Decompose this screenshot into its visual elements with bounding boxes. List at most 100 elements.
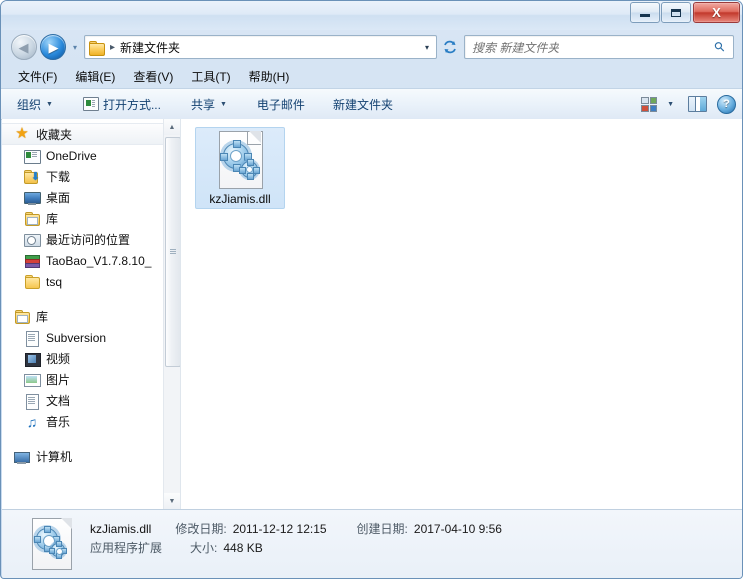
sidebar-item-recent-places[interactable]: 最近访问的位置 <box>2 229 180 250</box>
command-toolbar: 组织 ▼ 打开方式... 共享 ▼ 电子邮件 新建文件夹 ▼ ? <box>1 88 742 120</box>
organize-button[interactable]: 组织 ▼ <box>9 93 61 116</box>
address-bar[interactable]: ▸ 新建文件夹 ▾ <box>84 35 437 59</box>
menu-help[interactable]: 帮助(H) <box>240 65 299 88</box>
star-icon: ★ <box>15 125 29 142</box>
scroll-up-button[interactable]: ▲ <box>164 119 180 135</box>
sidebar-group-libraries[interactable]: 库 <box>2 306 180 327</box>
sidebar-item-videos[interactable]: 视频 <box>2 348 180 369</box>
address-dropdown-icon[interactable]: ▾ <box>425 43 429 52</box>
details-pane: kzJiamis.dll 修改日期: 2011-12-12 12:15 创建日期… <box>2 509 742 578</box>
sidebar-label-libraries: 库 <box>36 310 49 324</box>
sidebar-item-documents[interactable]: 文档 <box>2 390 180 411</box>
change-view-icon[interactable] <box>641 96 658 112</box>
file-name-label: kzJiamis.dll <box>209 192 271 206</box>
close-button[interactable]: X <box>693 2 740 23</box>
open-with-label: 打开方式... <box>102 97 161 112</box>
help-icon[interactable]: ? <box>717 94 736 114</box>
sidebar-label-library-fav: 库 <box>46 212 59 226</box>
search-icon: ⚲ <box>711 37 729 56</box>
sidebar-group-computer[interactable]: 计算机 <box>2 446 180 467</box>
sidebar-label-recent-places: 最近访问的位置 <box>46 233 131 247</box>
menu-file[interactable]: 文件(F) <box>9 65 66 88</box>
title-bar: X <box>1 1 742 30</box>
computer-icon <box>14 449 30 465</box>
details-size-value: 448 KB <box>223 541 263 555</box>
menu-edit[interactable]: 编辑(E) <box>66 65 124 88</box>
sidebar-item-onedrive[interactable]: OneDrive <box>2 145 180 166</box>
forward-button[interactable]: ▶ <box>40 34 66 60</box>
folder-icon <box>24 274 40 290</box>
details-file-name: kzJiamis.dll <box>90 522 152 536</box>
sidebar-separator <box>2 292 180 306</box>
details-created-key: 创建日期: <box>356 522 408 536</box>
window-controls: X <box>629 2 740 23</box>
address-bar-row: ◀ ▶ ▾ ▸ 新建文件夹 ▾ 搜索 新建文件夹 ⚲ <box>1 30 742 64</box>
pictures-icon <box>24 372 41 388</box>
recent-places-icon <box>24 232 41 248</box>
new-folder-button[interactable]: 新建文件夹 <box>325 93 401 116</box>
sidebar-label-videos: 视频 <box>46 352 71 366</box>
details-modified-value: 2011-12-12 12:15 <box>232 522 327 536</box>
library-folder-icon <box>24 211 40 227</box>
menu-view[interactable]: 查看(V) <box>124 65 182 88</box>
details-created-value: 2017-04-10 9:56 <box>413 522 502 536</box>
details-info: kzJiamis.dll 修改日期: 2011-12-12 12:15 创建日期… <box>90 520 508 558</box>
recent-locations-dropdown[interactable]: ▾ <box>69 43 81 52</box>
menu-bar: 文件(F) 编辑(E) 查看(V) 工具(T) 帮助(H) <box>1 64 742 88</box>
refresh-button[interactable] <box>439 36 461 58</box>
details-modified-key: 修改日期: <box>175 522 227 536</box>
sidebar-group-favorites[interactable]: ★ 收藏夹 <box>2 123 180 145</box>
sidebar-item-downloads[interactable]: ⬇ 下载 <box>2 166 180 187</box>
sidebar-label-pictures: 图片 <box>46 373 71 387</box>
folder-icon <box>89 40 105 56</box>
toolbar-right-group: ▼ ? <box>641 94 736 114</box>
sidebar-item-tsq[interactable]: tsq <box>2 271 180 292</box>
preview-pane-icon[interactable] <box>688 96 707 112</box>
sidebar-label-downloads: 下载 <box>46 170 71 184</box>
sidebar-item-subversion[interactable]: Subversion <box>2 327 180 348</box>
sidebar-item-desktop[interactable]: 桌面 <box>2 187 180 208</box>
archive-icon <box>24 253 40 269</box>
documents-icon <box>24 393 40 410</box>
menu-tools[interactable]: 工具(T) <box>182 65 239 88</box>
downloads-icon: ⬇ <box>24 169 40 185</box>
sidebar-item-library-fav[interactable]: 库 <box>2 208 180 229</box>
navigation-pane: ★ 收藏夹 OneDrive ⬇ 下载 桌面 库 最近访问的位置 TaoBao_… <box>2 119 181 509</box>
dll-file-icon <box>216 131 264 189</box>
scroll-down-button[interactable]: ▼ <box>164 493 180 509</box>
open-with-icon <box>82 97 99 111</box>
close-icon: X <box>712 4 721 20</box>
minimize-button[interactable] <box>630 2 660 23</box>
navigation-list: ★ 收藏夹 OneDrive ⬇ 下载 桌面 库 最近访问的位置 TaoBao_… <box>2 119 180 467</box>
details-size-key: 大小: <box>190 541 218 555</box>
share-button[interactable]: 共享 ▼ <box>183 93 235 116</box>
document-icon <box>24 330 40 347</box>
search-input[interactable]: 搜索 新建文件夹 <box>472 39 559 56</box>
chevron-down-icon: ▼ <box>219 100 227 108</box>
sidebar-separator-2 <box>2 432 180 446</box>
sidebar-label-tsq: tsq <box>46 274 63 289</box>
back-button[interactable]: ◀ <box>11 34 37 60</box>
breadcrumb-folder-name: 新建文件夹 <box>120 40 181 55</box>
sidebar-item-pictures[interactable]: 图片 <box>2 369 180 390</box>
scrollbar-grip-icon <box>170 249 176 250</box>
explorer-body: ★ 收藏夹 OneDrive ⬇ 下载 桌面 库 最近访问的位置 TaoBao_… <box>2 119 742 509</box>
file-list-pane[interactable]: kzJiamis.dll <box>181 119 742 509</box>
open-with-button[interactable]: 打开方式... <box>75 93 169 116</box>
breadcrumb-separator[interactable]: ▸ <box>110 42 115 53</box>
sidebar-item-music[interactable]: ♫ 音乐 <box>2 411 180 432</box>
scrollbar-thumb[interactable] <box>165 137 180 367</box>
views-chevron-down-icon[interactable]: ▼ <box>667 101 674 108</box>
dll-file-icon-small <box>30 518 74 570</box>
email-button[interactable]: 电子邮件 <box>249 93 313 116</box>
email-label: 电子邮件 <box>256 97 305 112</box>
sidebar-label-desktop: 桌面 <box>46 191 71 205</box>
refresh-icon <box>444 40 456 54</box>
video-icon <box>24 351 41 367</box>
file-item[interactable]: kzJiamis.dll <box>195 127 285 209</box>
sidebar-item-taobao-archive[interactable]: TaoBao_V1.7.8.10_ <box>2 250 180 271</box>
maximize-button[interactable] <box>661 2 691 23</box>
details-file-type: 应用程序扩展 <box>90 541 163 555</box>
search-box[interactable]: 搜索 新建文件夹 ⚲ <box>464 35 734 59</box>
navigation-scrollbar[interactable]: ▲ ▼ <box>163 119 180 509</box>
